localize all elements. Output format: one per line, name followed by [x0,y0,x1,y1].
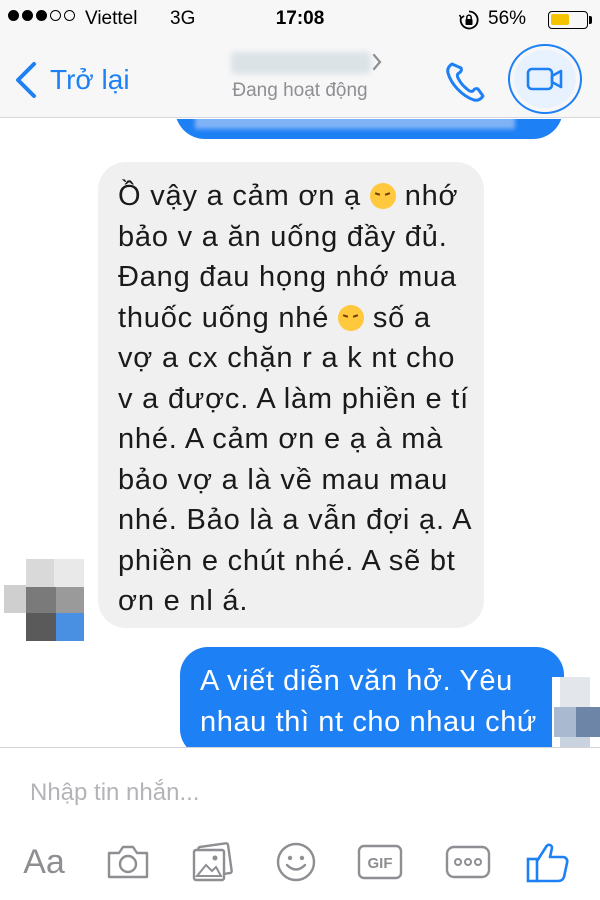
outgoing-message-bubble[interactable]: A viết diễn văn hở. Yêu nhau thì nt cho … [180,647,564,747]
message-line: Đang đau họng nhớ mua [118,261,457,293]
video-camera-icon [526,67,563,91]
battery-icon [548,11,588,29]
video-call-button[interactable] [508,44,582,114]
top-bar: Viettel 3G 17:08 56% Trở lại Đang hoạt đ… [0,0,600,118]
message-composer: Aa GI [0,747,600,900]
message-line: Ồ vậy a cảm ơn ạ [118,180,361,212]
gif-icon[interactable]: GIF [350,834,410,890]
message-line: bảo v a ăn uống đầy đủ. [118,220,448,253]
disappointed-face-emoji [338,304,365,331]
message-line: nhớ [404,180,459,212]
thumbs-up-icon[interactable] [518,834,578,890]
chevron-right-icon [372,53,382,71]
battery-tip [589,16,592,24]
battery-percent: 56% [488,8,527,29]
composer-toolbar: Aa GIF [0,834,600,890]
battery-level-fill [551,14,569,25]
message-line: v a được. A làm phiền e tí [118,382,470,415]
back-chevron-icon [16,62,36,98]
emoji-icon[interactable] [266,834,326,890]
message-line: số a [372,301,431,334]
orientation-lock-icon [458,10,479,30]
back-label: Trở lại [50,64,130,95]
message-line: ơn e nl á. [118,585,249,617]
message-thread[interactable]: Ồ vậy a cảm ơn ạ nhớ bảo v a ăn uống đầy… [0,119,600,747]
status-bar: Viettel 3G 17:08 56% [0,0,600,40]
contact-status: Đang hoạt động [232,80,368,101]
message-line: nhau thì nt cho nhau chứ [200,705,537,738]
contact-avatar[interactable] [2,559,84,641]
phone-icon[interactable] [438,54,494,110]
incoming-message-bubble[interactable]: Ồ vậy a cảm ơn ạ nhớ bảo v a ăn uống đầy… [98,162,484,628]
contact-name-obscured [231,52,371,74]
back-button[interactable]: Trở lại [12,58,130,102]
previous-outgoing-message [175,119,563,139]
sender-avatar [552,677,600,747]
message-line: vợ a cx chặn r a k nt cho [118,342,456,374]
message-line: nhé. A cảm ơn e ạ à mà [118,423,444,455]
message-line: nhé. Bảo là a vẫn đợi ạ. A [118,504,473,536]
camera-icon[interactable] [98,834,158,890]
message-line: bảo vợ a là về mau mau [118,463,449,496]
message-line: phiền e chút nhé. A sẽ bt [118,544,456,577]
text-format-icon[interactable]: Aa [14,834,74,890]
photo-gallery-icon[interactable] [182,834,242,890]
message-line: A viết diễn văn hở. Yêu [200,665,513,697]
gif-label: GIF [368,855,393,872]
disappointed-face-emoji [369,183,396,209]
more-icon[interactable] [438,834,498,890]
message-input[interactable] [30,773,570,813]
message-line: thuốc uống nhé [118,301,330,334]
